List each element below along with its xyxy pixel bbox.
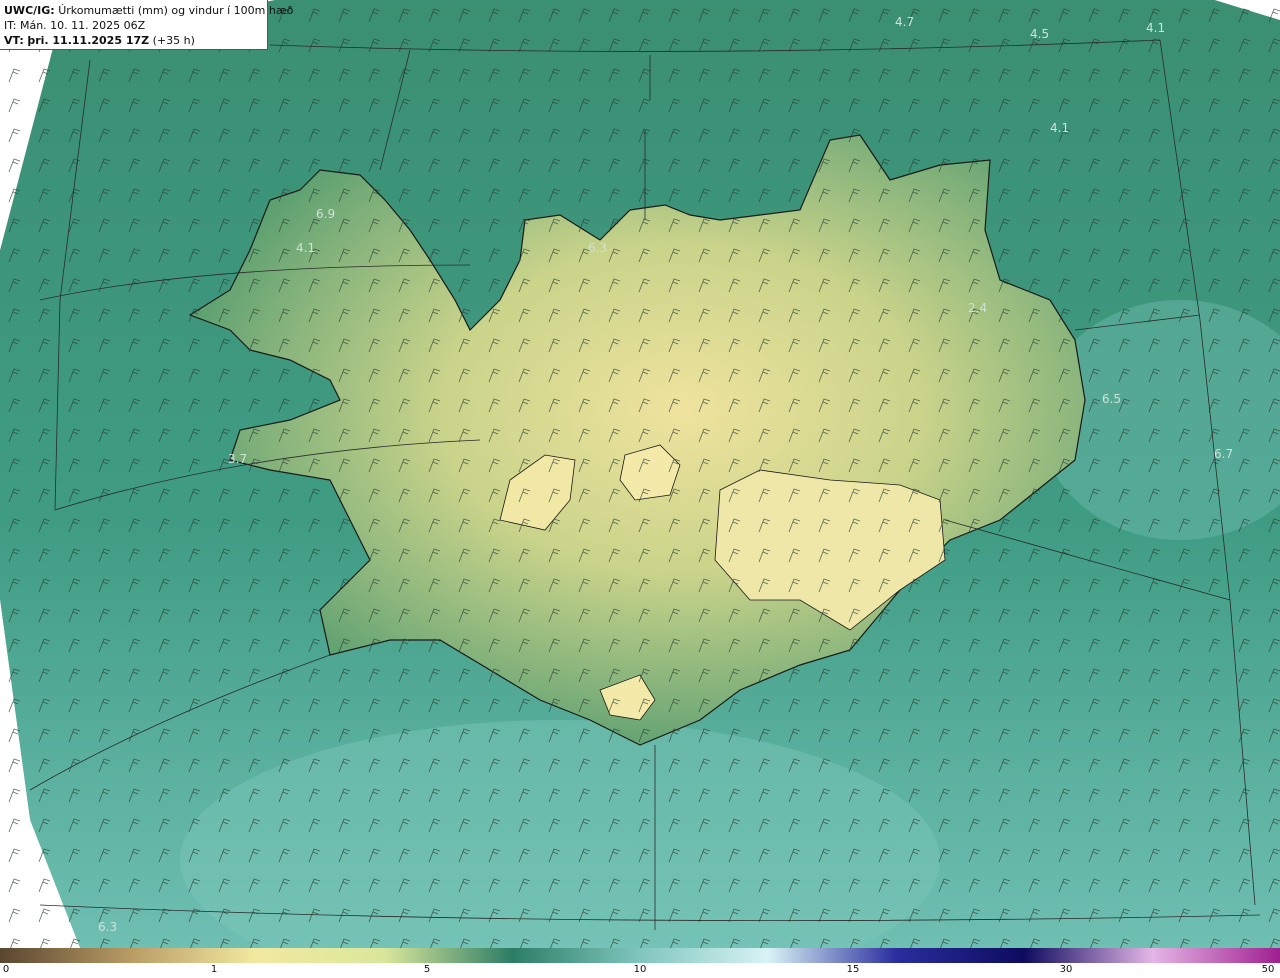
- map-label-snaefellsnes: 3.7: [228, 452, 247, 466]
- valid-time-row: VT: þri. 11.11.2025 17Z (+35 h): [4, 33, 263, 48]
- colorbar-tick-1: 1: [210, 964, 218, 975]
- valid-prefix: VT:: [4, 34, 24, 47]
- map-label-westfjords-2: 4.1: [296, 241, 315, 255]
- map-label-north: 6.3: [588, 241, 607, 255]
- product-code: UWC/IG:: [4, 4, 55, 17]
- map-label-ne-top-1: 4.5: [1030, 27, 1049, 41]
- colorbar-tick-10: 10: [633, 964, 647, 975]
- lead-time: (+35 h): [152, 34, 195, 47]
- map-label-east-1: 2.4: [968, 301, 987, 315]
- init-time: IT: Mán. 10. 11. 2025 06Z: [4, 19, 146, 32]
- map-label-east-sea-2: 6.7: [1214, 447, 1233, 461]
- colorbar-tick-50: 50: [1261, 964, 1275, 975]
- colorbar-tick-0: 0: [2, 964, 10, 975]
- valid-time: þri. 11.11.2025 17Z: [27, 34, 150, 47]
- product-title: Úrkomumætti (mm) og vindur í 100m hæð: [58, 4, 294, 17]
- precipitation-colorbar: 0 1 5 10 15 30 50: [0, 948, 1280, 978]
- map-label-ne-top-2: 4.1: [1146, 21, 1165, 35]
- colorbar-tick-5: 5: [423, 964, 431, 975]
- colorbar-gradient: [0, 948, 1280, 963]
- map-canvas[interactable]: 4.7 4.5 4.1 4.1 6.9 4.1 6.3 2.4 6.5 6.7 …: [0, 0, 1280, 948]
- colorbar-tick-15: 15: [846, 964, 860, 975]
- map-svg: 4.7 4.5 4.1 4.1 6.9 4.1 6.3 2.4 6.5 6.7 …: [0, 0, 1280, 948]
- map-label-east-sea-1: 6.5: [1102, 392, 1121, 406]
- map-label-westfjords-1: 6.9: [316, 207, 335, 221]
- colorbar-tick-30: 30: [1059, 964, 1073, 975]
- product-title-row: UWC/IG: Úrkomumætti (mm) og vindur í 100…: [4, 3, 293, 18]
- map-label-southwest-sea: 6.3: [98, 920, 117, 934]
- map-label-ne-sea: 4.1: [1050, 121, 1069, 135]
- wind-barbs: [0, 0, 1280, 948]
- map-label-nw-top-1: 4.7: [895, 15, 914, 29]
- map-title-box: UWC/IG: Úrkomumætti (mm) og vindur í 100…: [0, 0, 293, 50]
